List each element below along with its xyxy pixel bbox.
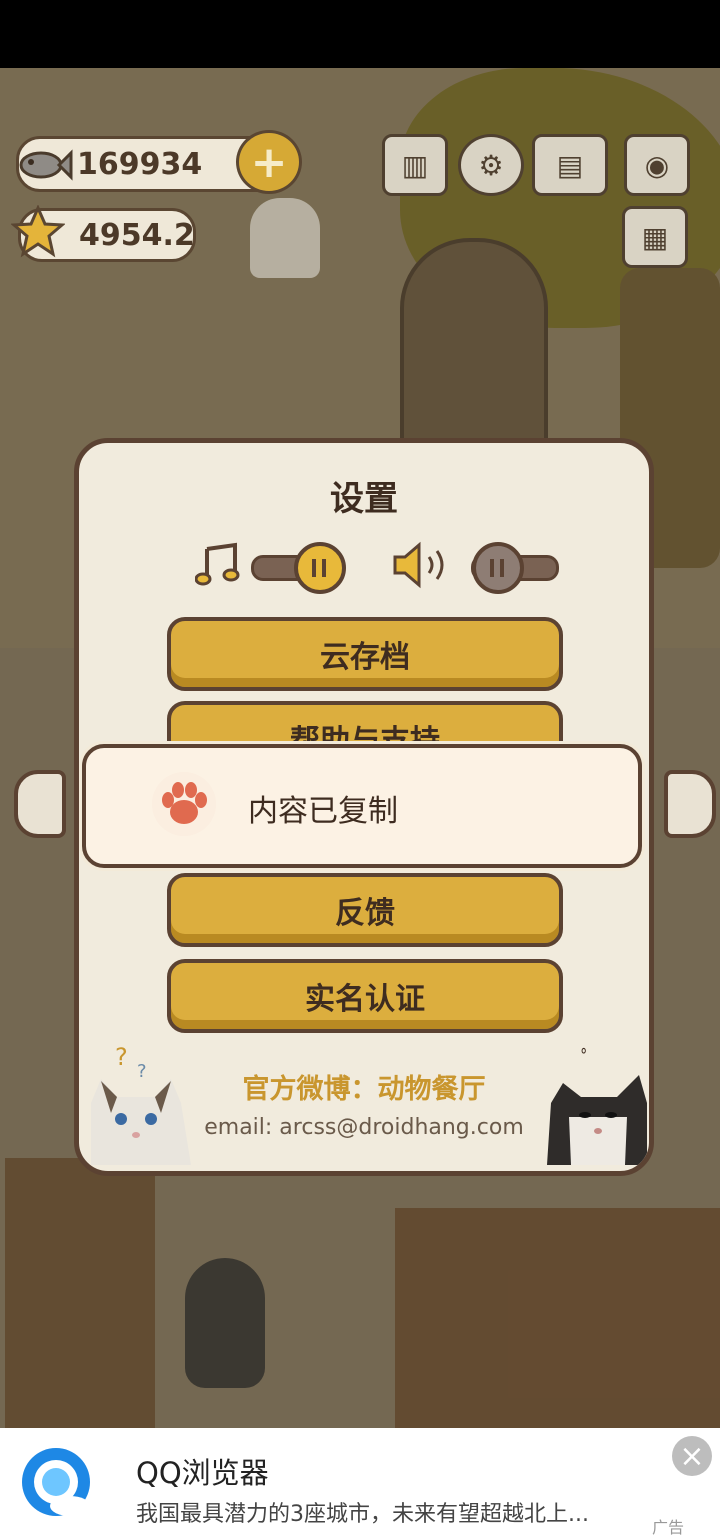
real-name-auth-button[interactable]: 实名认证 (167, 959, 563, 1033)
notice-board-icon[interactable]: ▦ (622, 206, 688, 268)
settings-gear-icon[interactable]: ⚙ (458, 134, 524, 196)
ad-label: 广告 (652, 1518, 685, 1537)
ad-description[interactable]: 我国最具潜力的3座城市，未来有望超越北上... (136, 1496, 616, 1528)
feedback-button[interactable]: 反馈 (167, 873, 563, 947)
cat-album-icon[interactable]: ▤ (532, 134, 608, 196)
ad-title[interactable]: QQ浏览器 (136, 1450, 269, 1492)
ranking-icon[interactable]: ▥ (382, 134, 448, 196)
scroll-right-arrow[interactable] (664, 770, 716, 838)
paw-icon (152, 772, 216, 836)
speaker-icon (393, 541, 444, 589)
fish-count: 169934 (77, 146, 203, 182)
toast-message: 内容已复制 (248, 794, 398, 829)
camera-icon[interactable]: ◉ (624, 134, 690, 196)
music-toggle[interactable] (251, 542, 346, 594)
star-rating-display: 4954.2 (11, 205, 196, 262)
music-toggle-knob[interactable] (294, 542, 346, 594)
star-icon (11, 205, 65, 258)
cloud-save-button[interactable]: 云存档 (167, 617, 563, 691)
qq-browser-logo-icon (22, 1448, 90, 1516)
music-note-icon (195, 542, 240, 586)
ad-close-icon[interactable]: × (672, 1436, 712, 1476)
star-count: 4954.2 (79, 217, 195, 253)
ad-banner[interactable]: QQ浏览器 我国最具潜力的3座城市，未来有望超越北上... × 广告 (0, 1428, 720, 1540)
scroll-left-arrow[interactable] (14, 770, 66, 838)
dialog-title: 设置 (330, 479, 398, 519)
status-bar (0, 0, 720, 68)
fish-icon (19, 149, 73, 181)
copied-toast: 内容已复制 (82, 744, 642, 868)
grumpy-cat-photo: ﾟ (547, 1048, 647, 1165)
sound-toggle[interactable] (471, 542, 559, 594)
plus-icon: + (250, 136, 288, 188)
sound-toggle-knob[interactable] (472, 542, 524, 594)
add-fish-button[interactable]: + (236, 130, 302, 194)
svg-text:ﾟ: ﾟ (581, 1048, 592, 1073)
